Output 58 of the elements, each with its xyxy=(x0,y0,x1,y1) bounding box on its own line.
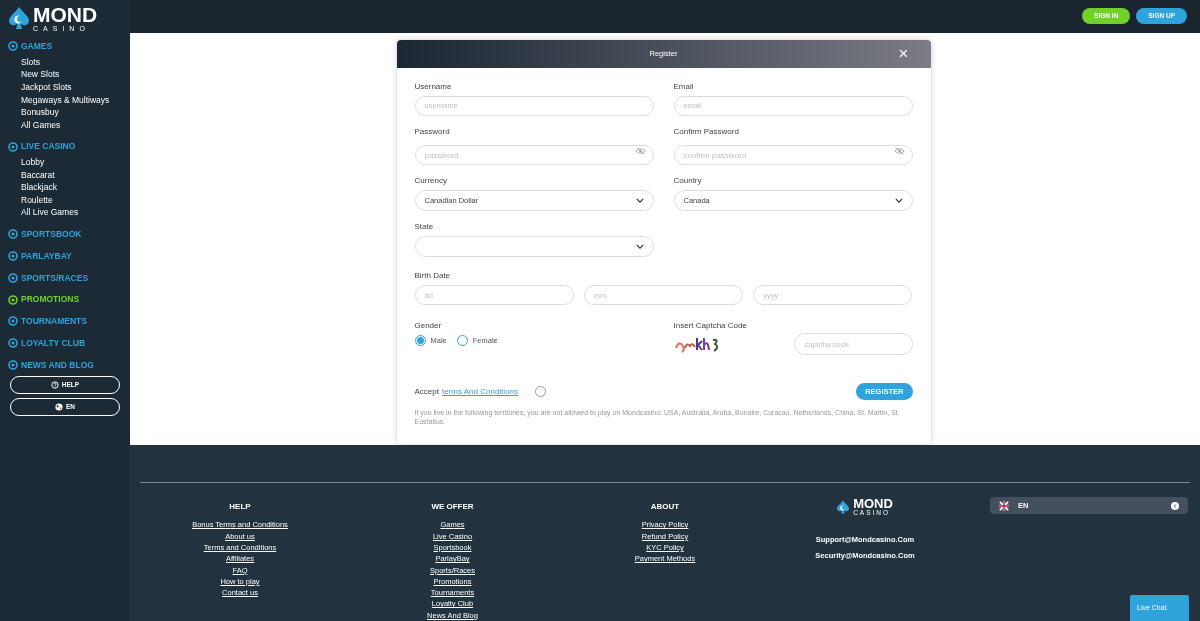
sidebar-section[interactable]: SPORTS/RACES xyxy=(21,271,89,285)
footer-heading: HELP xyxy=(229,501,251,514)
globe-icon xyxy=(55,403,63,412)
menu-icon xyxy=(8,359,18,370)
terms-prefix: Accept xyxy=(414,385,439,398)
field-label: Currency xyxy=(414,176,448,186)
sidebar-section[interactable]: LIVE CASINO xyxy=(21,140,76,154)
sidebar-item[interactable]: Blackjack xyxy=(21,181,122,194)
sidebar-section[interactable]: LOYALTY CLUB xyxy=(21,336,86,350)
footer-heading: WE OFFER xyxy=(431,501,474,514)
footer-heading: ABOUT xyxy=(650,501,680,514)
hidden-eye-icon[interactable] xyxy=(634,146,646,155)
chevron-down-icon xyxy=(894,198,903,204)
field-label: Email xyxy=(673,81,695,91)
field-label: Confirm Password xyxy=(673,126,740,136)
field-label: Insert Captcha Code xyxy=(673,321,748,331)
brand-name: MOND xyxy=(33,4,98,25)
chevron-left-icon xyxy=(1171,501,1179,510)
field-label: Password xyxy=(414,126,451,136)
sidebar-item[interactable]: All Games xyxy=(21,118,122,132)
chevron-down-icon xyxy=(635,244,644,250)
menu-icon xyxy=(8,251,18,262)
menu-icon xyxy=(8,229,18,240)
chevron-down-icon xyxy=(635,198,644,204)
sidebar-section[interactable]: PARLAYBAY xyxy=(21,249,72,263)
menu-icon xyxy=(8,316,18,327)
field-label: Birth Date xyxy=(414,271,452,281)
field-label: Country xyxy=(673,176,703,186)
sidebar-item[interactable]: Slots xyxy=(21,55,122,69)
sidebar-section[interactable]: TOURNAMENTS xyxy=(21,315,87,328)
brand-name: MOND xyxy=(853,497,893,511)
sidebar-item[interactable]: Baccarat xyxy=(21,168,122,182)
flag-icon xyxy=(999,500,1009,511)
sidebar-section[interactable]: GAMES xyxy=(21,40,53,53)
field-label: Username xyxy=(414,81,453,91)
sidebar-section[interactable]: SPORTSBOOK xyxy=(21,228,82,241)
sidebar-section[interactable]: NEWS AND BLOG xyxy=(21,358,94,372)
sidebar-section[interactable]: PROMOTIONS xyxy=(21,293,80,307)
field-label: Gender xyxy=(414,321,443,331)
sidebar-item[interactable]: Jackpot Slots xyxy=(21,80,122,94)
close-button[interactable]: × xyxy=(898,44,909,62)
sidebar-item[interactable]: All Live Games xyxy=(21,206,122,220)
field-label: State xyxy=(414,222,435,232)
sidebar-item[interactable]: Megaways & Multiways xyxy=(21,93,122,107)
menu-icon xyxy=(8,338,18,349)
sidebar-item[interactable]: Lobby xyxy=(21,156,122,169)
menu-icon xyxy=(8,294,18,305)
sidebar-item[interactable]: New Slots xyxy=(21,68,122,81)
menu-icon xyxy=(8,41,18,52)
spade-logo-icon xyxy=(837,500,850,515)
terms-checkbox[interactable] xyxy=(535,386,546,398)
sidebar-item[interactable]: Bonusbuy xyxy=(21,106,122,119)
sidebar-item[interactable]: Roulette xyxy=(21,193,122,207)
help-icon xyxy=(50,381,59,390)
spade-logo-icon xyxy=(9,7,29,29)
hidden-eye-icon[interactable] xyxy=(893,146,905,155)
menu-icon xyxy=(8,141,18,152)
menu-icon xyxy=(8,272,18,283)
